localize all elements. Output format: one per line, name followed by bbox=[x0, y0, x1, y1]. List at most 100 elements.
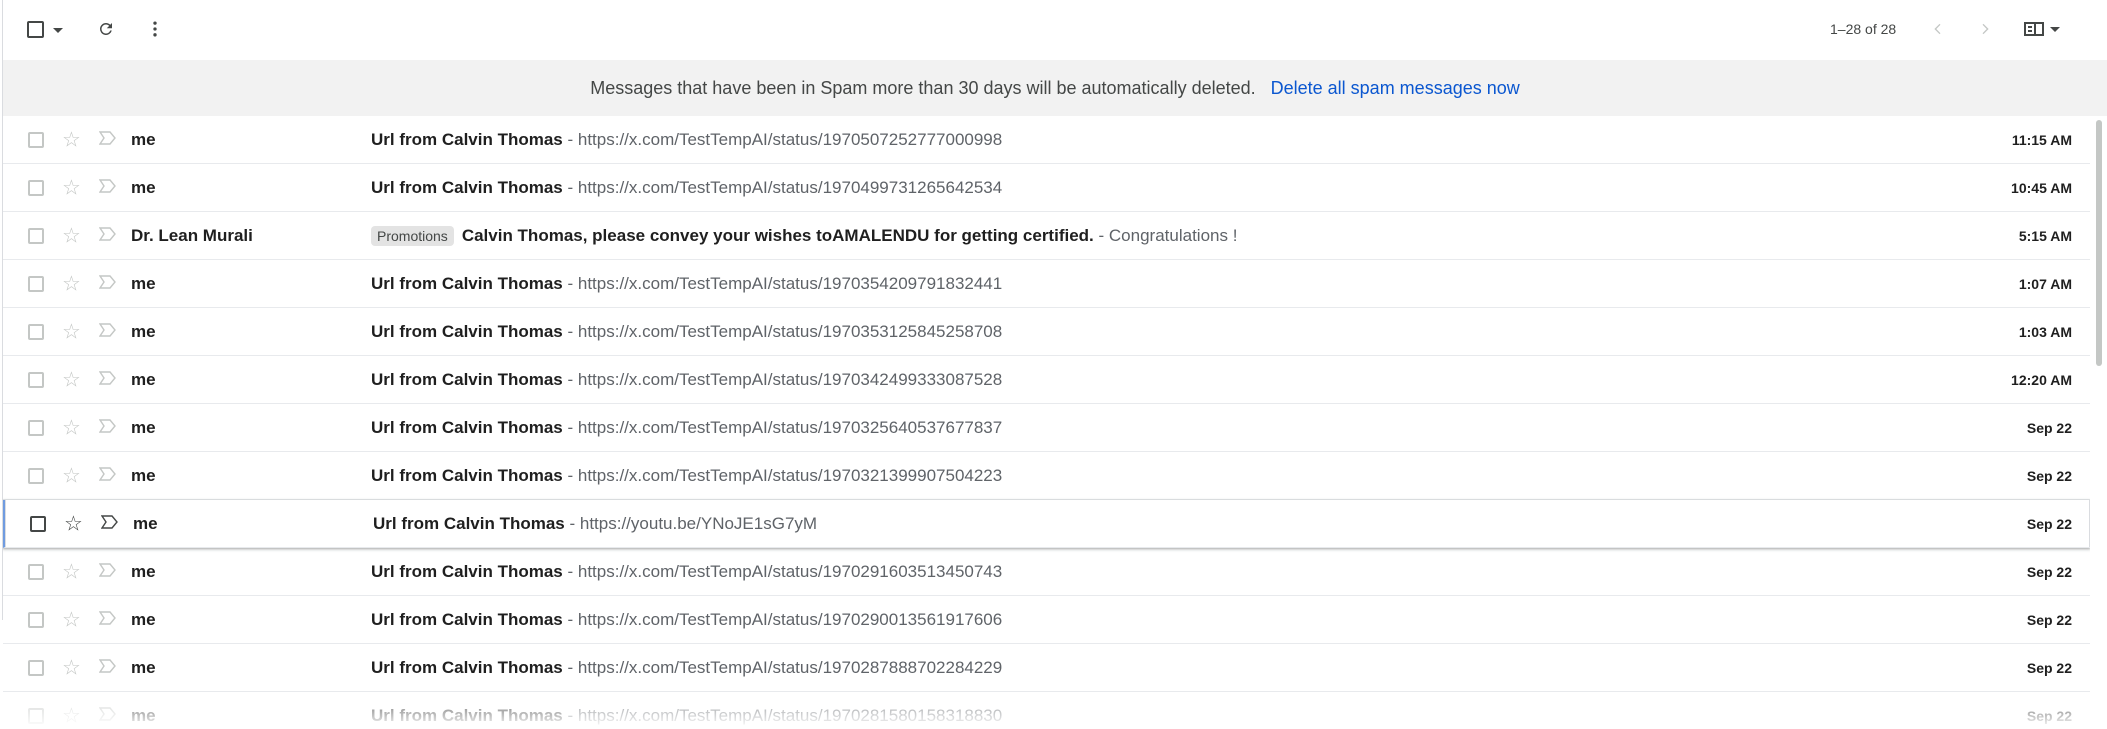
email-subject: Url from Calvin Thomas bbox=[371, 417, 563, 437]
importance-marker[interactable] bbox=[98, 274, 117, 294]
email-snippet: - https://x.com/TestTempAI/status/197035… bbox=[563, 273, 1003, 294]
importance-marker[interactable] bbox=[98, 658, 117, 678]
email-subject: Url from Calvin Thomas bbox=[371, 609, 563, 629]
snippet-text: - https://x.com/TestTempAI/status/197035… bbox=[567, 273, 1003, 293]
star-icon[interactable]: ☆ bbox=[62, 177, 81, 198]
email-snippet: - https://x.com/TestTempAI/status/197049… bbox=[563, 178, 1003, 198]
split-pane-toggle[interactable] bbox=[2022, 19, 2062, 39]
checkbox-icon bbox=[26, 20, 44, 38]
star-icon[interactable]: ☆ bbox=[62, 657, 81, 678]
row-checkbox[interactable] bbox=[30, 515, 46, 532]
snippet-text: - Congratulations ! bbox=[1098, 225, 1238, 245]
importance-marker[interactable] bbox=[98, 178, 117, 198]
star-icon[interactable]: ☆ bbox=[64, 513, 83, 534]
email-subject: Calvin Thomas, please convey your wishes… bbox=[461, 225, 1094, 245]
row-checkbox[interactable] bbox=[28, 323, 44, 340]
row-checkbox[interactable] bbox=[28, 179, 44, 196]
importance-marker[interactable] bbox=[98, 466, 117, 486]
email-row[interactable]: ☆ me Url from Calvin Thomas - https://x.co… bbox=[3, 452, 2090, 500]
email-subject: Url from Calvin Thomas bbox=[371, 369, 563, 389]
email-subject: Url from Calvin Thomas bbox=[371, 561, 563, 581]
banner-text: Messages that have been in Spam more tha… bbox=[590, 77, 1256, 98]
sender-name: me bbox=[131, 609, 156, 629]
email-content: Url from Calvin Thomas - https://x.com/T… bbox=[371, 658, 1860, 678]
newer-button[interactable] bbox=[1928, 19, 1948, 39]
importance-marker[interactable] bbox=[98, 418, 117, 438]
email-snippet: - https://x.com/TestTempAI/status/197032… bbox=[563, 417, 1003, 438]
email-row[interactable]: ☆ me Url from Calvin Thomas - https://x.co… bbox=[3, 308, 2090, 356]
email-list: ☆ me Url from Calvin Thomas - https://x.co… bbox=[3, 116, 2090, 729]
snippet-text: - https://x.com/TestTempAI/status/197032… bbox=[567, 417, 1003, 437]
snippet-text: - https://x.com/TestTempAI/status/197032… bbox=[567, 465, 1003, 485]
star-icon[interactable]: ☆ bbox=[62, 465, 81, 486]
email-row[interactable]: ☆ me Url from Calvin Thomas - https://yout… bbox=[3, 500, 2090, 548]
email-row[interactable]: ☆ me Url from Calvin Thomas - https://x.co… bbox=[3, 260, 2090, 308]
row-checkbox[interactable] bbox=[28, 611, 44, 628]
refresh-button[interactable] bbox=[96, 19, 116, 39]
email-date: Sep 22 bbox=[2026, 467, 2072, 484]
importance-marker[interactable] bbox=[98, 610, 117, 630]
star-icon[interactable]: ☆ bbox=[62, 321, 81, 342]
email-row[interactable]: ☆ me Url from Calvin Thomas - https://x.co… bbox=[3, 692, 2090, 729]
email-row[interactable]: ☆ me Url from Calvin Thomas - https://x.co… bbox=[3, 356, 2090, 404]
importance-marker[interactable] bbox=[98, 226, 117, 246]
sender-name: me bbox=[131, 705, 156, 725]
snippet-text: - https://x.com/TestTempAI/status/197050… bbox=[567, 129, 1003, 149]
scrollbar-thumb[interactable] bbox=[2096, 120, 2102, 366]
email-row[interactable]: ☆ me Url from Calvin Thomas - https://x.co… bbox=[3, 596, 2090, 644]
snippet-text: - https://x.com/TestTempAI/status/197029… bbox=[567, 609, 1003, 629]
email-subject: Url from Calvin Thomas bbox=[371, 321, 563, 341]
importance-marker[interactable] bbox=[98, 322, 117, 342]
row-checkbox[interactable] bbox=[28, 419, 44, 436]
email-snippet: - Congratulations ! bbox=[1094, 226, 1238, 246]
star-icon[interactable]: ☆ bbox=[62, 561, 81, 582]
row-checkbox[interactable] bbox=[28, 467, 44, 484]
email-row[interactable]: ☆ me Url from Calvin Thomas - https://x.co… bbox=[3, 644, 2090, 692]
email-row[interactable]: ☆ me Url from Calvin Thomas - https://x.co… bbox=[3, 404, 2090, 452]
email-subject: Url from Calvin Thomas bbox=[371, 177, 563, 197]
importance-marker[interactable] bbox=[98, 370, 117, 390]
importance-marker-icon bbox=[98, 658, 116, 673]
row-checkbox[interactable] bbox=[28, 707, 44, 724]
email-row[interactable]: ☆ Dr. Lean Murali Promotions Calvin Thomas,… bbox=[3, 212, 2090, 260]
star-icon[interactable]: ☆ bbox=[62, 417, 81, 438]
older-button[interactable] bbox=[1975, 19, 1995, 39]
email-snippet: - https://x.com/TestTempAI/status/197034… bbox=[563, 370, 1003, 390]
importance-marker[interactable] bbox=[98, 562, 117, 582]
email-date: 1:03 AM bbox=[2018, 323, 2072, 340]
email-row[interactable]: ☆ me Url from Calvin Thomas - https://x.co… bbox=[3, 548, 2090, 596]
email-row[interactable]: ☆ me Url from Calvin Thomas - https://x.co… bbox=[3, 164, 2090, 212]
refresh-icon bbox=[99, 22, 112, 35]
split-pane-icon bbox=[2024, 22, 2044, 36]
more-options-button[interactable] bbox=[145, 19, 165, 39]
importance-marker[interactable] bbox=[98, 706, 117, 726]
email-subject: Url from Calvin Thomas bbox=[371, 129, 563, 149]
row-checkbox[interactable] bbox=[28, 659, 44, 676]
email-date: 11:15 AM bbox=[2011, 131, 2072, 148]
importance-marker[interactable] bbox=[100, 514, 119, 534]
row-checkbox[interactable] bbox=[28, 131, 44, 148]
chevron-left-icon bbox=[1934, 23, 1941, 35]
select-dropdown-caret[interactable] bbox=[52, 27, 64, 33]
email-content: Url from Calvin Thomas - https://x.com/T… bbox=[371, 322, 1860, 342]
star-icon[interactable]: ☆ bbox=[62, 129, 81, 150]
email-date: Sep 22 bbox=[2026, 707, 2072, 724]
sender-name: me bbox=[131, 129, 156, 149]
row-checkbox[interactable] bbox=[28, 371, 44, 388]
star-icon[interactable]: ☆ bbox=[62, 609, 81, 630]
star-icon[interactable]: ☆ bbox=[62, 369, 81, 390]
star-icon[interactable]: ☆ bbox=[62, 273, 81, 294]
row-checkbox[interactable] bbox=[28, 227, 44, 244]
row-checkbox[interactable] bbox=[28, 563, 44, 580]
email-row[interactable]: ☆ me Url from Calvin Thomas - https://x.co… bbox=[3, 116, 2090, 164]
importance-marker-icon bbox=[98, 226, 116, 241]
star-icon[interactable]: ☆ bbox=[62, 705, 81, 726]
snippet-text: - https://x.com/TestTempAI/status/197028… bbox=[567, 705, 1003, 725]
select-all-checkbox[interactable] bbox=[26, 20, 44, 38]
star-icon[interactable]: ☆ bbox=[62, 225, 81, 246]
email-subject: Url from Calvin Thomas bbox=[373, 513, 565, 533]
email-snippet: - https://x.com/TestTempAI/status/197050… bbox=[563, 129, 1003, 150]
importance-marker[interactable] bbox=[98, 130, 117, 150]
delete-all-spam-link[interactable]: Delete all spam messages now bbox=[1271, 78, 1520, 99]
row-checkbox[interactable] bbox=[28, 275, 44, 292]
